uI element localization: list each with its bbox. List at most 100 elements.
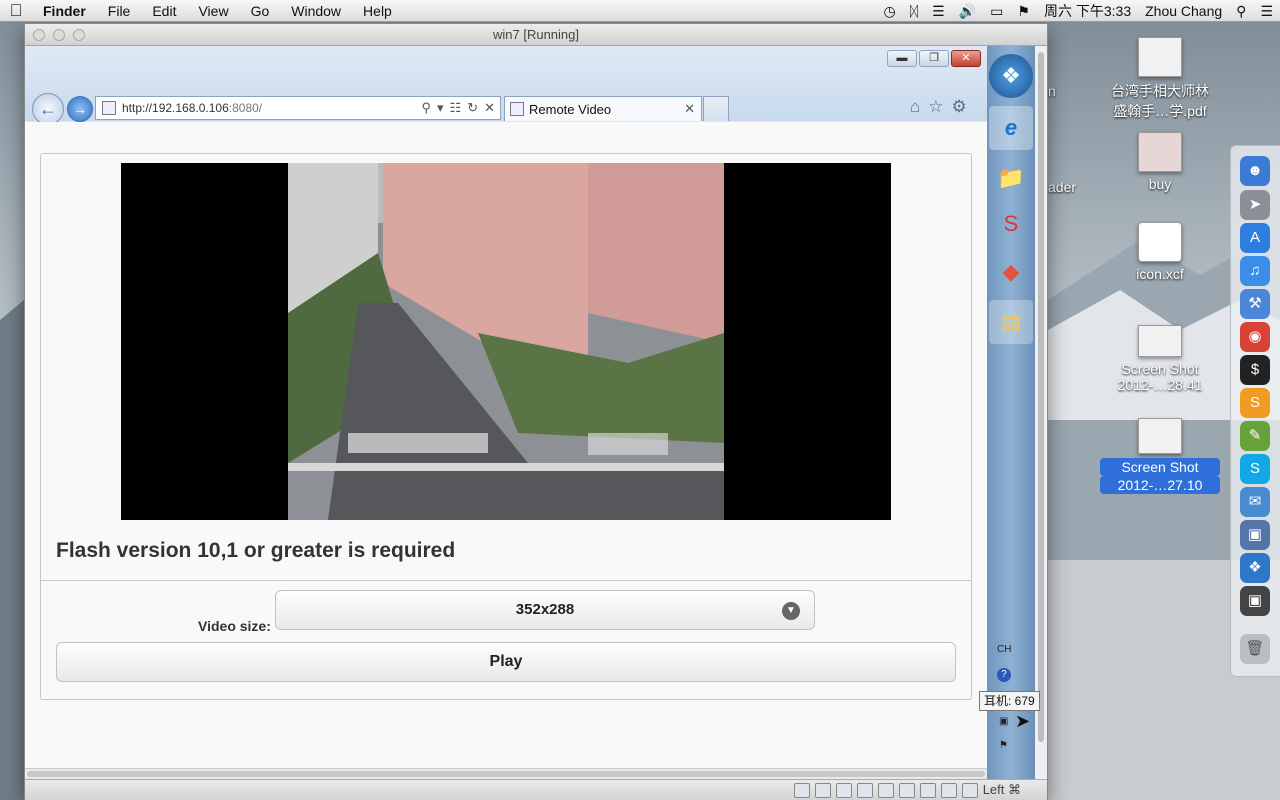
display-icon[interactable] bbox=[919, 782, 936, 798]
back-arrow-icon[interactable]: ← bbox=[32, 93, 64, 125]
bluetooth-icon[interactable]: ᛞ bbox=[910, 3, 918, 19]
remote-app-icon[interactable]: ▤ bbox=[989, 300, 1033, 344]
launchpad-icon[interactable]: ➤ bbox=[1240, 190, 1270, 220]
menubar-clock[interactable]: 周六 下午3:33 bbox=[1044, 1, 1131, 21]
tray-tooltip: 耳机: 679 bbox=[979, 691, 1040, 711]
windows-start-icon[interactable]: ❖ bbox=[989, 54, 1033, 98]
action-center-icon[interactable]: ⚑ bbox=[999, 740, 1008, 751]
desktop-icon-label: icon.xcf bbox=[1136, 266, 1184, 282]
new-tab-button[interactable] bbox=[703, 96, 729, 121]
app-store-icon[interactable]: A bbox=[1240, 223, 1270, 253]
terminal-icon[interactable]: $ bbox=[1240, 355, 1270, 385]
ie-command-icons: ⌂ ☆ ⚙ bbox=[910, 97, 967, 117]
desktop-icon-xcf[interactable]: icon.xcf bbox=[1100, 222, 1220, 282]
vertical-scrollbar[interactable] bbox=[1035, 46, 1047, 779]
help-icon[interactable]: ? bbox=[997, 668, 1011, 682]
wifi-icon[interactable]: ☰ bbox=[932, 3, 945, 20]
desktop-icon-screenshot-2[interactable]: Screen Shot 2012-…27.10 bbox=[1100, 418, 1220, 494]
keyboard-capture-icon[interactable] bbox=[961, 782, 978, 798]
network-icon[interactable]: ▣ bbox=[999, 716, 1008, 727]
menu-edit[interactable]: Edit bbox=[141, 3, 187, 19]
itunes-icon[interactable]: ♫ bbox=[1240, 256, 1270, 286]
mail-icon[interactable]: ✉ bbox=[1240, 487, 1270, 517]
desktop-icon-buy[interactable]: buy bbox=[1100, 132, 1220, 192]
tab-title: Remote Video bbox=[529, 101, 612, 117]
input-flag-icon[interactable]: ⚑ bbox=[1017, 3, 1030, 20]
gear-icon[interactable]: ⚙ bbox=[952, 97, 967, 117]
desktop-partial-label: n bbox=[1048, 83, 1056, 99]
video-player[interactable] bbox=[121, 163, 891, 520]
spotlight-search-icon[interactable]: ⚲ bbox=[1236, 3, 1246, 20]
stop-icon[interactable]: ✕ bbox=[484, 100, 495, 116]
optical-drive-icon[interactable] bbox=[814, 782, 831, 798]
video-size-select[interactable]: 352x288 ▼ bbox=[275, 590, 815, 630]
desktop-icon-screenshot-1[interactable]: Screen Shot 2012-…28.41 bbox=[1100, 325, 1220, 393]
close-window-button[interactable] bbox=[33, 29, 45, 41]
internet-explorer-icon[interactable]: e bbox=[989, 106, 1033, 150]
menubar-user[interactable]: Zhou Chang bbox=[1145, 3, 1222, 19]
screenshot-file-icon bbox=[1138, 325, 1182, 357]
close-tab-icon[interactable]: ✕ bbox=[684, 101, 701, 117]
ie-restore-button[interactable]: ❐ bbox=[919, 50, 949, 67]
hard-disk-icon[interactable] bbox=[793, 782, 810, 798]
desktop-icon-label: Screen Shot bbox=[1121, 361, 1199, 377]
menu-window[interactable]: Window bbox=[280, 3, 352, 19]
menu-go[interactable]: Go bbox=[240, 3, 281, 19]
mouse-integration-icon[interactable] bbox=[940, 782, 957, 798]
search-icon[interactable]: ⚲ bbox=[421, 100, 431, 116]
mac-dock: ☻ ➤ A ♫ ⚒ ◉ $ S ✎ S ✉ ▣ ❖ ▣ 🗑 bbox=[1230, 145, 1280, 677]
safari-icon[interactable]: ❖ bbox=[1240, 553, 1270, 583]
ie-minimize-button[interactable]: ▬ bbox=[887, 50, 917, 67]
menu-file[interactable]: File bbox=[97, 3, 142, 19]
menu-view[interactable]: View bbox=[187, 3, 239, 19]
xcode-icon[interactable]: ⚒ bbox=[1240, 289, 1270, 319]
horizontal-scrollbar[interactable] bbox=[25, 768, 987, 779]
vbox-statusbar: Left ⌘ bbox=[25, 779, 1047, 800]
forward-arrow-icon[interactable]: → bbox=[67, 96, 93, 122]
file-explorer-icon[interactable]: 📁 bbox=[989, 156, 1033, 200]
home-icon[interactable]: ⌂ bbox=[910, 97, 920, 117]
evernote-icon[interactable]: ✎ bbox=[1240, 421, 1270, 451]
play-button[interactable]: Play bbox=[56, 642, 956, 682]
time-machine-icon[interactable]: ◷ bbox=[884, 3, 896, 20]
desktop-icon-pdf[interactable]: 台湾手相大师林 盛翰手…学.pdf bbox=[1100, 37, 1220, 121]
screenshot-preview-icon[interactable]: ▣ bbox=[1240, 586, 1270, 616]
finder-icon[interactable]: ☻ bbox=[1240, 156, 1270, 186]
menu-help[interactable]: Help bbox=[352, 3, 403, 19]
network-adapter-icon[interactable] bbox=[877, 782, 894, 798]
video-size-label: Video size: bbox=[198, 618, 271, 634]
shared-folders-icon[interactable] bbox=[856, 782, 873, 798]
tab-favicon-icon bbox=[510, 102, 524, 116]
favorites-star-icon[interactable]: ☆ bbox=[928, 97, 943, 117]
chrome-icon[interactable]: ◉ bbox=[1240, 322, 1270, 352]
video-frame-image bbox=[288, 163, 724, 520]
virtualbox-icon[interactable]: ▣ bbox=[1240, 520, 1270, 550]
xcf-file-icon bbox=[1138, 222, 1182, 262]
refresh-icon[interactable]: ↻ bbox=[467, 100, 478, 116]
notification-center-icon[interactable]: ☰ bbox=[1260, 3, 1273, 20]
address-bar[interactable]: http://192.168.0.106:8080/ ⚲ ▾ ☷ ↻ ✕ bbox=[95, 96, 501, 120]
flash-required-message: Flash version 10,1 or greater is require… bbox=[56, 539, 456, 562]
sublime-text-icon[interactable]: S bbox=[1240, 388, 1270, 418]
minimize-window-button[interactable] bbox=[53, 29, 65, 41]
menu-app-finder[interactable]: Finder bbox=[32, 3, 97, 19]
trash-icon[interactable]: 🗑 bbox=[1240, 634, 1270, 664]
language-indicator[interactable]: CH bbox=[997, 644, 1011, 655]
ie-close-button[interactable]: ✕ bbox=[951, 50, 981, 67]
volume-icon[interactable]: 🔊 bbox=[959, 3, 976, 20]
app-s-icon[interactable]: S bbox=[989, 202, 1033, 246]
mac-menubar:  Finder File Edit View Go Window Help ◷… bbox=[0, 0, 1280, 22]
battery-icon[interactable]: ▭ bbox=[990, 3, 1003, 20]
desktop-icon-label: Screen Shot bbox=[1100, 458, 1220, 476]
skype-icon[interactable]: S bbox=[1240, 454, 1270, 484]
usb-icon[interactable] bbox=[835, 782, 852, 798]
video-capture-icon[interactable] bbox=[898, 782, 915, 798]
window-titlebar[interactable]: win7 [Running] bbox=[25, 24, 1047, 46]
dropdown-icon[interactable]: ▾ bbox=[437, 100, 444, 116]
page-favicon-icon bbox=[102, 101, 116, 115]
zoom-window-button[interactable] bbox=[73, 29, 85, 41]
tab-remote-video[interactable]: Remote Video ✕ bbox=[504, 96, 702, 121]
apple-icon[interactable]:  bbox=[0, 1, 32, 21]
compatibility-view-icon[interactable]: ☷ bbox=[450, 100, 462, 116]
git-icon[interactable]: ◆ bbox=[989, 250, 1033, 294]
